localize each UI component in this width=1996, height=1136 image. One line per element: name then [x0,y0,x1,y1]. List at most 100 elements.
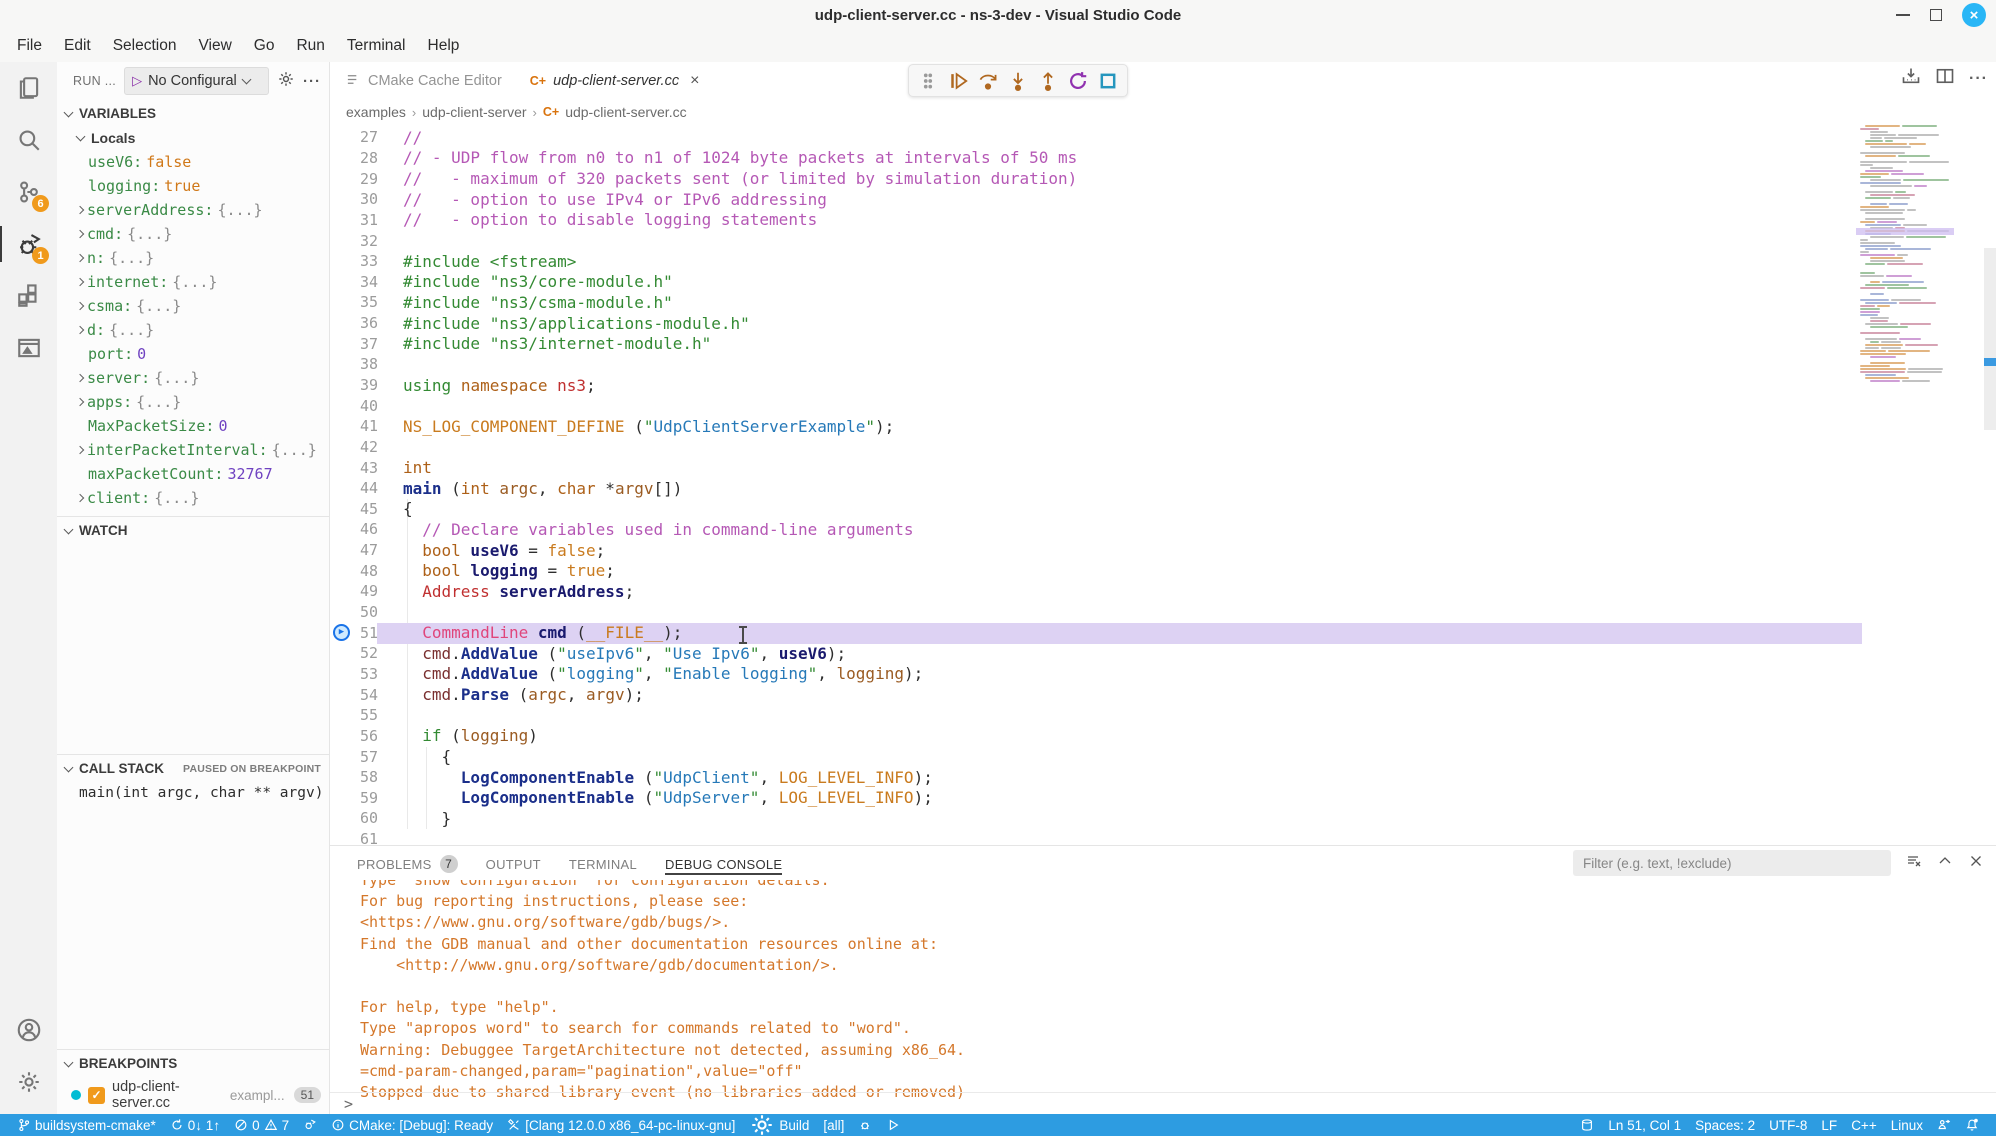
code-editor[interactable]: 27//28// - UDP flow from n0 to n1 of 102… [330,125,1996,845]
console-filter-input[interactable] [1573,850,1891,876]
debug-drag-handle-button[interactable] [915,68,941,94]
editor-scrollbar[interactable] [1984,248,1996,430]
tab-udp-client-server-cc[interactable]: C+udp-client-server.cc× [514,62,712,99]
activity-settings[interactable] [0,1056,57,1108]
code-line-36[interactable]: 36#include "ns3/applications-module.h" [330,313,1996,334]
activity-run-and-debug[interactable]: 1 [0,218,57,270]
variable-row-apps[interactable]: apps: {...} [57,390,329,414]
breadcrumb-item[interactable]: examples [346,104,406,120]
debug-console[interactable]: Type "show configuration" for configurat… [330,880,1996,1114]
breadcrumb-item[interactable]: udp-client-server.cc [565,104,686,120]
code-line-42[interactable]: 42 [330,437,1996,458]
code-line-52[interactable]: 52 cmd.AddValue ("useIpv6", "Use Ipv6", … [330,643,1996,664]
status-eol[interactable]: LF [1814,1114,1844,1136]
panel-tab-problems[interactable]: PROBLEMS7 [357,846,458,880]
watch-section-header[interactable]: WATCH [57,516,329,543]
status-problems[interactable]: 07 [227,1114,296,1136]
breadcrumb-item[interactable]: udp-client-server [422,104,526,120]
code-line-30[interactable]: 30// - option to use IPv4 or IPv6 addres… [330,189,1996,210]
panel-tab-output[interactable]: OUTPUT [486,846,541,880]
debug-config-dropdown[interactable]: ▷ No Configural [124,67,269,95]
panel-tab-debug-console[interactable]: DEBUG CONSOLE [665,846,782,880]
code-line-59[interactable]: 59 LogComponentEnable ("UdpServer", LOG_… [330,788,1996,809]
console-prompt[interactable]: > [330,1092,1996,1114]
more-actions-button[interactable]: ··· [1969,70,1988,88]
tab-cmake-cache-editor[interactable]: CMake Cache Editor [330,62,514,99]
status-debug-status[interactable] [296,1114,324,1136]
status-language[interactable]: C++ [1844,1114,1884,1136]
code-line-53[interactable]: 53 cmd.AddValue ("logging", "Enable logg… [330,664,1996,685]
variable-row-interPacketInterval[interactable]: interPacketInterval: {...} [57,438,329,462]
code-line-58[interactable]: 58 LogComponentEnable ("UdpClient", LOG_… [330,767,1996,788]
menu-item-file[interactable]: File [6,33,53,59]
debug-restart-button[interactable] [1065,68,1091,94]
variable-row-MaxPacketSize[interactable]: MaxPacketSize: 0 [57,414,329,438]
code-line-56[interactable]: 56 if (logging) [330,726,1996,747]
variable-row-server[interactable]: server: {...} [57,366,329,390]
breakpoint-row[interactable]: ✓udp-client-server.ccexampl...51 [57,1076,329,1114]
activity-source-control[interactable]: 6 [0,166,57,218]
activity-account[interactable] [0,1004,57,1056]
split-editor-button[interactable] [1935,66,1955,91]
status-cursor-position[interactable]: Ln 51, Col 1 [1601,1114,1688,1136]
menu-item-edit[interactable]: Edit [53,33,102,59]
debug-step-over-button[interactable] [975,68,1001,94]
status-db[interactable] [1573,1114,1601,1136]
variables-group-locals[interactable]: Locals [57,126,329,150]
status-sync[interactable]: 0↓ 1↑ [163,1114,227,1136]
variable-row-maxPacketCount[interactable]: maxPacketCount: 32767 [57,462,329,486]
variable-row-n[interactable]: n: {...} [57,246,329,270]
code-line-33[interactable]: 33#include <fstream> [330,251,1996,272]
code-line-51[interactable]: ▶51 CommandLine cmd (__FILE__); [330,622,1996,643]
code-line-45[interactable]: 45{ [330,499,1996,520]
status-target[interactable]: [all] [816,1114,851,1136]
code-line-43[interactable]: 43int [330,457,1996,478]
code-line-37[interactable]: 37#include "ns3/internet-module.h" [330,333,1996,354]
panel-tab-terminal[interactable]: TERMINAL [569,846,637,880]
code-line-41[interactable]: 41NS_LOG_COMPONENT_DEFINE ("UdpClientSer… [330,416,1996,437]
code-line-55[interactable]: 55 [330,705,1996,726]
close-panel-button[interactable] [1968,853,1984,874]
debug-continue-button[interactable] [945,68,971,94]
variable-row-cmd[interactable]: cmd: {...} [57,222,329,246]
maximize-icon[interactable] [1930,9,1942,21]
call-stack-frame[interactable]: main(int argc, char ** argv) u... [57,781,329,805]
status-cmake-status[interactable]: CMake: [Debug]: Ready [324,1114,500,1136]
variable-row-useV6[interactable]: useV6: false [57,150,329,174]
code-line-40[interactable]: 40 [330,395,1996,416]
menu-item-view[interactable]: View [187,33,242,59]
close-icon[interactable]: × [690,72,699,90]
status-build[interactable]: Build [742,1114,816,1136]
code-line-32[interactable]: 32 [330,230,1996,251]
code-line-47[interactable]: 47 bool useV6 = false; [330,540,1996,561]
code-line-48[interactable]: 48 bool logging = true; [330,560,1996,581]
variable-row-csma[interactable]: csma: {...} [57,294,329,318]
variables-section-header[interactable]: VARIABLES [57,100,329,126]
run-task-button[interactable] [1901,66,1921,91]
menu-item-run[interactable]: Run [285,33,335,59]
minimize-icon[interactable] [1896,14,1910,16]
code-line-27[interactable]: 27// [330,127,1996,148]
call-stack-section-header[interactable]: CALL STACK PAUSED ON BREAKPOINT [57,754,329,781]
code-line-54[interactable]: 54 cmd.Parse (argc, argv); [330,684,1996,705]
status-branch[interactable]: buildsystem-cmake* [10,1114,163,1136]
status-encoding[interactable]: UTF-8 [1762,1114,1814,1136]
minimap[interactable] [1860,125,1952,845]
menu-item-terminal[interactable]: Terminal [336,33,417,59]
close-icon[interactable]: × [1962,3,1986,27]
activity-search[interactable] [0,114,57,166]
code-line-29[interactable]: 29// - maximum of 320 packets sent (or l… [330,168,1996,189]
code-line-46[interactable]: 46 // Declare variables used in command-… [330,519,1996,540]
breakpoints-section-header[interactable]: BREAKPOINTS [57,1049,329,1076]
code-line-61[interactable]: 61 [330,829,1996,845]
debug-step-out-button[interactable] [1035,68,1061,94]
variable-row-serverAddress[interactable]: serverAddress: {...} [57,198,329,222]
more-actions-icon[interactable]: ··· [303,73,321,90]
debug-step-into-button[interactable] [1005,68,1031,94]
code-line-38[interactable]: 38 [330,354,1996,375]
menu-item-selection[interactable]: Selection [102,33,188,59]
menu-item-go[interactable]: Go [243,33,286,59]
code-line-39[interactable]: 39using namespace ns3; [330,375,1996,396]
debug-stop-button[interactable] [1095,68,1121,94]
variable-row-port[interactable]: port: 0 [57,342,329,366]
